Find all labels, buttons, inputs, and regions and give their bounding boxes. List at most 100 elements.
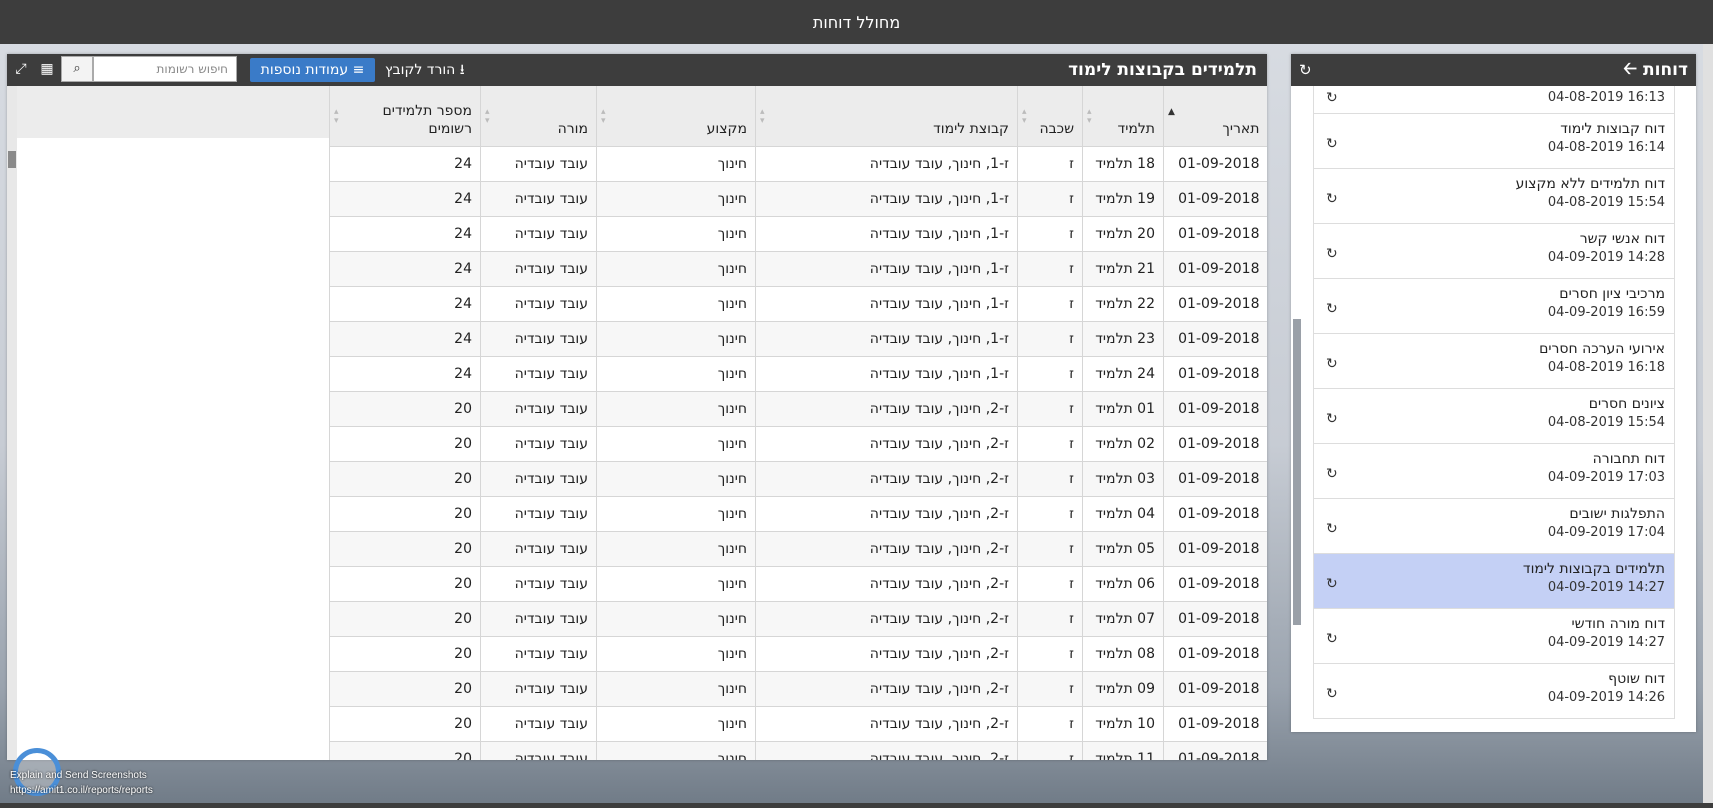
column-header[interactable]: מספר תלמידים רשומים ▴ ▾	[329, 86, 481, 147]
table-row[interactable]: 01-09-2018 01 תלמיד ז ז-2, חינוך, עובד עובד…	[329, 391, 1267, 427]
report-list-item[interactable]: דוח תחבורה 17:03 04-09-2019 ↻	[1313, 444, 1675, 499]
sort-icon[interactable]: ▴ ▾	[485, 108, 490, 126]
table-cell: 01-09-2018	[1163, 286, 1267, 322]
download-label: הורד לקובץ	[385, 62, 456, 78]
refresh-icon[interactable]: ↻	[1326, 136, 1338, 152]
table-cell: עובד עובדיה	[480, 601, 597, 637]
download-icon: ⭳	[459, 62, 465, 78]
table-cell: ז	[1017, 496, 1083, 532]
table-cell: חינוך	[596, 671, 756, 707]
refresh-icon[interactable]: ↻	[1326, 301, 1338, 317]
table-cell: ז	[1017, 531, 1083, 567]
page-scrollbar[interactable]	[1703, 44, 1713, 803]
refresh-icon[interactable]: ↻	[1326, 686, 1338, 702]
table-row[interactable]: 01-09-2018 21 תלמיד ז ז-1, חינוך, עובד עובד…	[329, 251, 1267, 287]
table-row[interactable]: 01-09-2018 20 תלמיד ז ז-1, חינוך, עובד עובד…	[329, 216, 1267, 252]
refresh-icon[interactable]: ↻	[1326, 466, 1338, 482]
report-list-item[interactable]: דוח מורה חודשי 14:27 04-09-2019 ↻	[1313, 609, 1675, 664]
refresh-icon[interactable]: ↻	[1326, 191, 1338, 207]
report-list-item[interactable]: מרכיבי ציון חסרים 16:59 04-09-2019 ↻	[1313, 279, 1675, 334]
table-row[interactable]: 01-09-2018 18 תלמיד ז ז-1, חינוך, עובד עובד…	[329, 146, 1267, 182]
table-cell: 20	[329, 601, 481, 637]
column-header-label: שכבה	[1039, 121, 1074, 137]
table-row[interactable]: 01-09-2018 24 תלמיד ז ז-1, חינוך, עובד עובד…	[329, 356, 1267, 392]
table-cell: עובד עובדיה	[480, 566, 597, 602]
table-row[interactable]: 01-09-2018 04 תלמיד ז ז-2, חינוך, עובד עובד…	[329, 496, 1267, 532]
table-cell: עובד עובדיה	[480, 251, 597, 287]
table-row[interactable]: 01-09-2018 03 תלמיד ז ז-2, חינוך, עובד עובד…	[329, 461, 1267, 497]
table-cell: 24	[329, 321, 481, 357]
column-header[interactable]: תאריך ▲	[1163, 86, 1267, 147]
column-header[interactable]: מקצוע ▴ ▾	[596, 86, 756, 147]
table-cell: עובד עובדיה	[480, 426, 597, 462]
table-row[interactable]: 01-09-2018 02 תלמיד ז ז-2, חינוך, עובד עובד…	[329, 426, 1267, 462]
search-input[interactable]	[93, 56, 237, 82]
report-list-item[interactable]: דוח שוטף 14:26 04-09-2019 ↻	[1313, 664, 1675, 719]
table-row[interactable]: 01-09-2018 08 תלמיד ז ז-2, חינוך, עובד עובד…	[329, 636, 1267, 672]
table-cell: עובד עובדיה	[480, 356, 597, 392]
extension-label: Explain and Send Screenshots	[10, 770, 147, 781]
table-row[interactable]: 01-09-2018 05 תלמיד ז ז-2, חינוך, עובד עובד…	[329, 531, 1267, 567]
refresh-icon[interactable]: ↻	[1326, 631, 1338, 647]
report-name: דוח תלמידים ללא מקצוע	[1515, 176, 1665, 192]
extra-columns-button[interactable]: ≡ עמודות נוספות	[250, 58, 375, 82]
table-cell: עובד עובדיה	[480, 741, 597, 760]
table-cell: ז-2, חינוך, עובד עובדיה	[755, 496, 1018, 532]
table-cell: חינוך	[596, 251, 756, 287]
refresh-icon[interactable]: ↻	[1299, 61, 1312, 79]
report-list-item[interactable]: דוח קבוצות לימוד 16:14 04-08-2019 ↻	[1313, 114, 1675, 169]
expand-button[interactable]: ⤢	[9, 56, 33, 82]
sort-icon[interactable]: ▴ ▾	[1087, 108, 1092, 126]
report-list-item[interactable]: ציונים חסרים 15:54 04-08-2019 ↻	[1313, 389, 1675, 444]
column-header[interactable]: מורה ▴ ▾	[480, 86, 597, 147]
list-icon: ≡	[352, 62, 365, 78]
report-list-item[interactable]: התפלגות ישובים 17:04 04-09-2019 ↻	[1313, 499, 1675, 554]
horizontal-scroll-handle[interactable]	[8, 151, 16, 168]
report-list-item[interactable]: אירועי הערכה חסרים 16:18 04-08-2019 ↻	[1313, 334, 1675, 389]
table-cell: 01-09-2018	[1163, 566, 1267, 602]
refresh-icon[interactable]: ↻	[1326, 521, 1338, 537]
extension-url: https://amit1.co.il/reports/reports	[10, 785, 153, 796]
table-row[interactable]: 01-09-2018 19 תלמיד ז ז-1, חינוך, עובד עובד…	[329, 181, 1267, 217]
sort-icon[interactable]: ▴ ▾	[601, 108, 606, 126]
download-button[interactable]: ⭳ הורד לקובץ	[385, 58, 465, 82]
table-cell: 05 תלמיד	[1082, 531, 1164, 567]
search-button[interactable]: ⌕	[61, 56, 93, 82]
table-cell: ז	[1017, 356, 1083, 392]
table-cell: חינוך	[596, 391, 756, 427]
table-cell: 10 תלמיד	[1082, 706, 1164, 742]
report-list-item[interactable]: תלמידים בקבוצות לימוד 14:27 04-09-2019 ↻	[1313, 554, 1675, 609]
table-row[interactable]: 01-09-2018 22 תלמיד ז ז-1, חינוך, עובד עובד…	[329, 286, 1267, 322]
refresh-icon[interactable]: ↻	[1326, 246, 1338, 262]
sort-icon[interactable]: ▴ ▾	[1022, 108, 1027, 126]
report-list-item[interactable]: דוח תלמידים ללא מקצוע 15:54 04-08-2019 ↻	[1313, 169, 1675, 224]
table-cell: ז	[1017, 566, 1083, 602]
refresh-icon[interactable]: ↻	[1326, 356, 1338, 372]
table-cell: ז-2, חינוך, עובד עובדיה	[755, 566, 1018, 602]
sort-icon[interactable]: ▴ ▾	[760, 108, 765, 126]
report-timestamp: 17:03 04-09-2019	[1547, 470, 1665, 485]
table-row[interactable]: 01-09-2018 06 תלמיד ז ז-2, חינוך, עובד עובד…	[329, 566, 1267, 602]
refresh-icon[interactable]: ↻	[1326, 90, 1338, 106]
reports-list-scrollbar[interactable]	[1293, 319, 1301, 625]
table-row[interactable]: 01-09-2018 10 תלמיד ז ז-2, חינוך, עובד עובד…	[329, 706, 1267, 742]
refresh-icon[interactable]: ↻	[1326, 576, 1338, 592]
grid-view-button[interactable]: ▦	[34, 56, 60, 82]
report-list-item[interactable]: 16:13 04-08-2019 ↻	[1313, 86, 1675, 114]
table-cell: 01-09-2018	[1163, 251, 1267, 287]
column-header[interactable]: שכבה ▴ ▾	[1017, 86, 1083, 147]
table-row[interactable]: 01-09-2018 09 תלמיד ז ז-2, חינוך, עובד עובד…	[329, 671, 1267, 707]
table-row[interactable]: 01-09-2018 11 תלמיד ז ז-2, חינוך, עובד עובד…	[329, 741, 1267, 760]
sort-asc-icon[interactable]: ▲	[1168, 108, 1175, 117]
table-cell: 23 תלמיד	[1082, 321, 1164, 357]
column-header[interactable]: קבוצת לימוד ▴ ▾	[755, 86, 1018, 147]
reports-panel-title[interactable]: דוחות 🡠	[1623, 56, 1688, 85]
report-list-item[interactable]: דוח אנשי קשר 14:28 04-09-2019 ↻	[1313, 224, 1675, 279]
table-cell: חינוך	[596, 216, 756, 252]
column-header[interactable]: תלמיד ▴ ▾	[1082, 86, 1164, 147]
refresh-icon[interactable]: ↻	[1326, 411, 1338, 427]
table-row[interactable]: 01-09-2018 07 תלמיד ז ז-2, חינוך, עובד עובד…	[329, 601, 1267, 637]
table-row[interactable]: 01-09-2018 23 תלמיד ז ז-1, חינוך, עובד עובד…	[329, 321, 1267, 357]
table-cell: 01-09-2018	[1163, 216, 1267, 252]
sort-icon[interactable]: ▴ ▾	[334, 108, 339, 126]
